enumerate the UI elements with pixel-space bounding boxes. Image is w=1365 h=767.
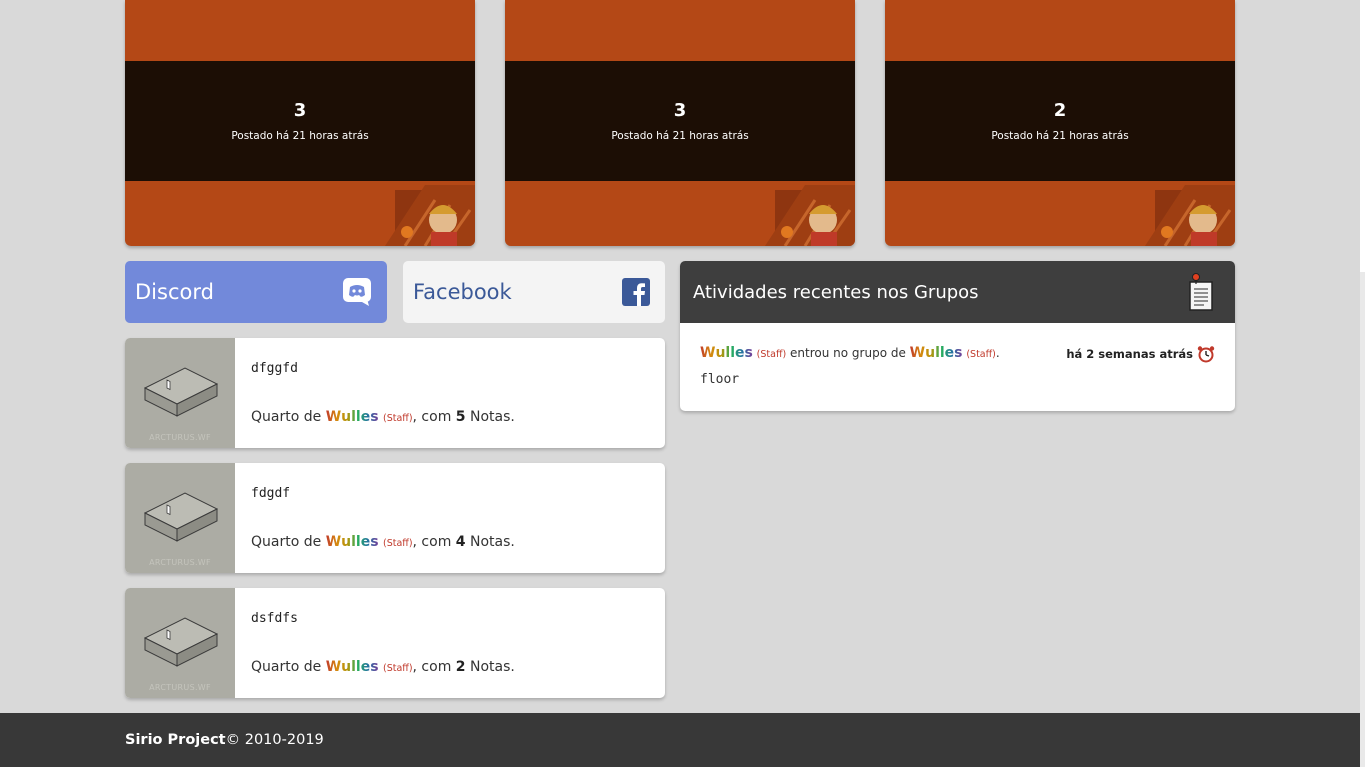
discord-icon — [343, 278, 371, 306]
room-count-suffix: Notas. — [465, 534, 515, 550]
activity-user[interactable]: Wulles — [700, 345, 753, 361]
room-thumbnail: ARCTURUS.WF — [125, 338, 235, 448]
room-owner-prefix: Quarto de — [251, 409, 326, 425]
footer-brand: Sirio Project — [125, 732, 226, 748]
facebook-button[interactable]: Facebook — [403, 261, 665, 323]
room-card[interactable]: ARCTURUS.WF dsfdfs Quarto de Wulles (Sta… — [125, 588, 665, 698]
activity-end: . — [995, 346, 1000, 360]
room-thumbnail: ARCTURUS.WF — [125, 463, 235, 573]
facebook-label: Facebook — [413, 280, 512, 304]
room-card[interactable]: ARCTURUS.WF fdgdf Quarto de Wulles (Staf… — [125, 463, 665, 573]
room-floor-icon — [143, 492, 219, 542]
room-count-suffix: Notas. — [465, 659, 515, 675]
room-count-suffix: Notas. — [465, 409, 515, 425]
room-note-count: 5 — [455, 409, 466, 425]
room-description: Quarto de Wulles (Staff), com 2 Notas. — [251, 659, 515, 675]
room-card[interactable]: ARCTURUS.WF dfggfd Quarto de Wulles (Sta… — [125, 338, 665, 448]
room-count-prefix: , com — [412, 659, 456, 675]
staff-badge: (Staff) — [382, 538, 413, 549]
activity-header: Atividades recentes nos Grupos — [680, 261, 1235, 323]
room-name[interactable]: dsfdfs — [251, 611, 298, 626]
footer-copyright: © 2010-2019 — [225, 732, 324, 748]
discord-button[interactable]: Discord — [125, 261, 387, 323]
news-band: 3 Postado há 21 horas atrás — [125, 61, 475, 181]
news-date: Postado há 21 horas atrás — [991, 130, 1129, 142]
activity-title: Atividades recentes nos Grupos — [693, 281, 979, 303]
discord-label: Discord — [135, 280, 214, 304]
alarm-clock-icon — [1197, 346, 1215, 363]
activity-time-text: há 2 semanas atrás — [1066, 347, 1193, 361]
news-band: 2 Postado há 21 horas atrás — [885, 61, 1235, 181]
activity-group-name[interactable]: floor — [700, 372, 739, 387]
room-owner-prefix: Quarto de — [251, 534, 326, 550]
room-description: Quarto de Wulles (Staff), com 5 Notas. — [251, 409, 515, 425]
room-floor-icon — [143, 617, 219, 667]
staff-badge: (Staff) — [966, 349, 996, 360]
footer: Sirio Project © 2010-2019 — [0, 713, 1360, 767]
room-owner-prefix: Quarto de — [251, 659, 326, 675]
news-card[interactable]: 3 Postado há 21 horas atrás — [505, 0, 855, 246]
room-owner-name[interactable]: Wulles — [326, 409, 379, 425]
room-count-prefix: , com — [412, 534, 456, 550]
room-count-prefix: , com — [412, 409, 456, 425]
news-card[interactable]: 3 Postado há 21 horas atrás — [125, 0, 475, 246]
news-band: 3 Postado há 21 horas atrás — [505, 61, 855, 181]
activity-entry: Wulles (Staff) entrou no grupo de Wulles… — [700, 345, 1215, 363]
activity-action: entrou no grupo de — [786, 346, 910, 360]
room-name[interactable]: fdgdf — [251, 486, 290, 501]
room-watermark: ARCTURUS.WF — [149, 558, 211, 567]
news-title[interactable]: 2 — [1054, 100, 1067, 121]
room-owner-name[interactable]: Wulles — [326, 659, 379, 675]
room-watermark: ARCTURUS.WF — [149, 433, 211, 442]
news-date: Postado há 21 horas atrás — [231, 130, 369, 142]
room-note-count: 2 — [455, 659, 466, 675]
news-date: Postado há 21 horas atrás — [611, 130, 749, 142]
room-floor-icon — [143, 367, 219, 417]
notepad-icon — [1189, 273, 1213, 311]
room-thumbnail: ARCTURUS.WF — [125, 588, 235, 698]
staff-badge: (Staff) — [382, 663, 413, 674]
room-note-count: 4 — [455, 534, 466, 550]
news-title[interactable]: 3 — [674, 100, 687, 121]
room-description: Quarto de Wulles (Staff), com 4 Notas. — [251, 534, 515, 550]
scrollbar-thumb[interactable] — [1360, 0, 1365, 272]
room-watermark: ARCTURUS.WF — [149, 683, 211, 692]
activity-group-owner[interactable]: Wulles — [910, 345, 963, 361]
room-owner-name[interactable]: Wulles — [326, 534, 379, 550]
staff-badge: (Staff) — [756, 349, 787, 360]
room-name[interactable]: dfggfd — [251, 361, 298, 376]
facebook-icon — [622, 278, 650, 306]
activity-timestamp: há 2 semanas atrás — [1066, 345, 1215, 363]
news-title[interactable]: 3 — [294, 100, 307, 121]
news-card[interactable]: 2 Postado há 21 horas atrás — [885, 0, 1235, 246]
staff-badge: (Staff) — [382, 413, 413, 424]
group-activity-panel: Atividades recentes nos Grupos Wulles (S… — [680, 261, 1235, 411]
